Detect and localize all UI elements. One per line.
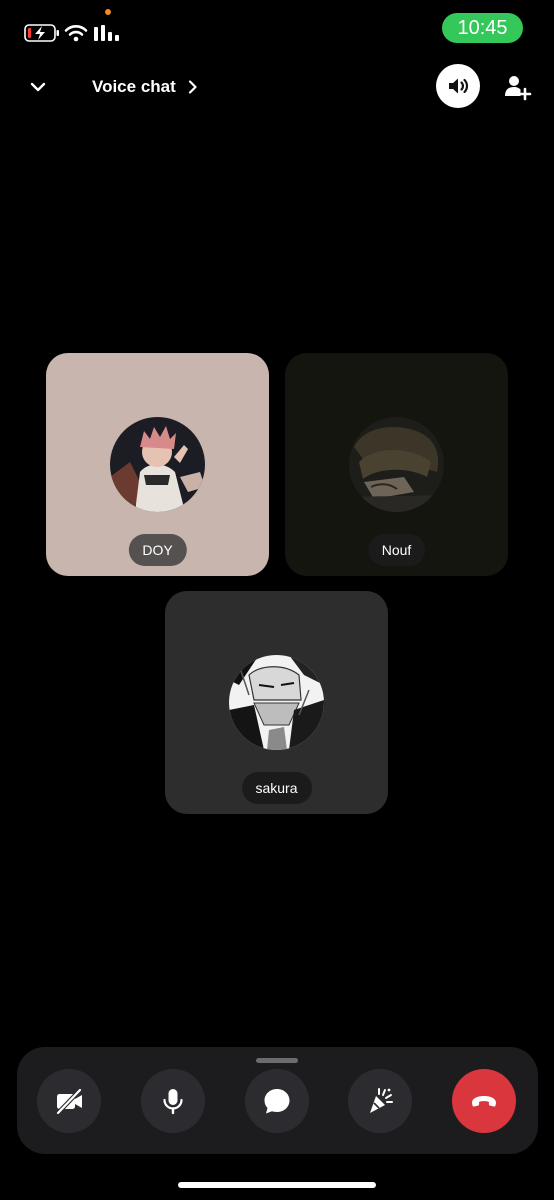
call-control-bar	[17, 1047, 538, 1154]
participant-tile-doy[interactable]: DOY	[46, 353, 269, 576]
chat-button[interactable]	[245, 1069, 309, 1133]
camera-toggle-button[interactable]	[37, 1069, 101, 1133]
channel-title-button[interactable]: Voice chat	[92, 74, 200, 100]
wifi-icon	[64, 25, 88, 42]
add-user-icon[interactable]	[502, 72, 532, 102]
channel-title: Voice chat	[92, 77, 176, 96]
avatar	[229, 655, 324, 750]
hang-up-icon	[472, 1096, 496, 1107]
drag-handle[interactable]	[256, 1058, 298, 1063]
battery-charging-icon	[24, 24, 59, 42]
privacy-indicator-dot	[105, 9, 111, 15]
microphone-toggle-button[interactable]	[141, 1069, 205, 1133]
participant-name: Nouf	[367, 534, 426, 566]
status-bar: 10:45	[0, 0, 554, 66]
party-popper-icon	[370, 1088, 393, 1113]
participant-tile-sakura[interactable]: sakura	[165, 591, 388, 814]
participant-name: sakura	[241, 772, 312, 804]
avatar	[349, 417, 444, 512]
home-indicator[interactable]	[178, 1182, 376, 1188]
chevron-right-icon	[188, 80, 197, 94]
activities-button[interactable]	[348, 1069, 412, 1133]
participant-tile-nouf[interactable]: Nouf	[285, 353, 508, 576]
avatar	[110, 417, 205, 512]
chevron-down-icon[interactable]	[25, 74, 51, 100]
microphone-icon	[163, 1089, 183, 1115]
chat-bubble-icon	[264, 1089, 290, 1114]
camera-off-icon	[55, 1087, 83, 1116]
speaker-button[interactable]	[436, 64, 480, 108]
end-call-button[interactable]	[452, 1069, 516, 1133]
participant-name: DOY	[128, 534, 187, 566]
speaker-icon	[449, 78, 469, 94]
call-header: Voice chat	[0, 60, 554, 112]
status-time: 10:45	[442, 13, 523, 43]
signal-icon	[94, 25, 119, 41]
